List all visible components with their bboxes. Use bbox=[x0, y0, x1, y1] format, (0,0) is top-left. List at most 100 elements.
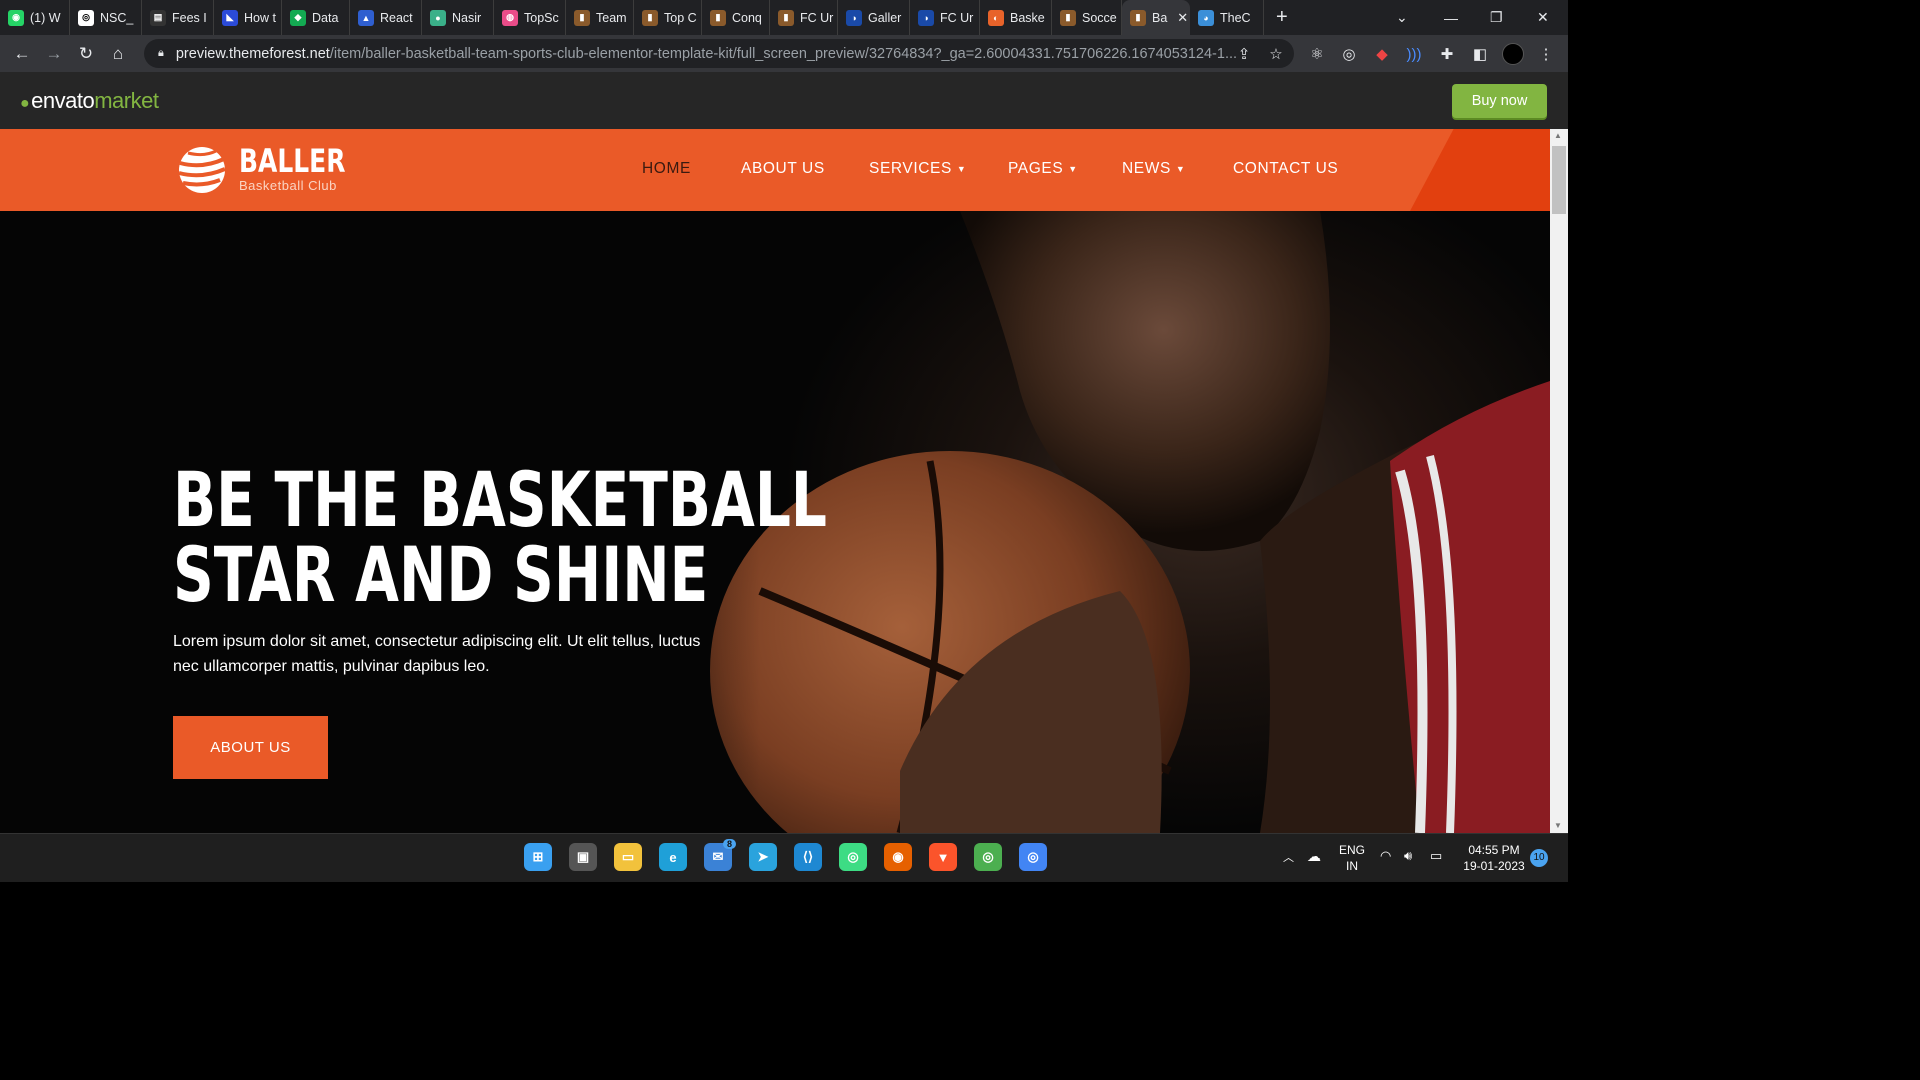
tab-label: Baske bbox=[1010, 10, 1045, 25]
browser-tab[interactable]: ▮ Top C bbox=[634, 0, 702, 35]
chrome-icon[interactable]: ◎ bbox=[974, 843, 1002, 871]
minimize-button[interactable]: — bbox=[1444, 0, 1458, 35]
back-icon[interactable]: ← bbox=[6, 38, 38, 70]
android-studio-icon[interactable]: ◎ bbox=[839, 843, 867, 871]
tab-label: NSC_ bbox=[100, 10, 134, 25]
new-tab-button[interactable]: + bbox=[1276, 6, 1288, 29]
scroll-up-icon[interactable]: ▲ bbox=[1554, 131, 1562, 140]
bookmark-star-icon[interactable]: ☆ bbox=[1265, 43, 1287, 65]
browser-tab[interactable]: ◑ Galler bbox=[838, 0, 910, 35]
onedrive-icon[interactable]: ☁ bbox=[1307, 848, 1321, 864]
tab-favicon-icon: ▮ bbox=[778, 9, 794, 26]
hero-title-line-2: STAR AND SHINE bbox=[173, 530, 709, 619]
browser-tab[interactable]: ◍ TopSc bbox=[494, 0, 566, 35]
forward-icon[interactable]: → bbox=[38, 38, 70, 70]
tab-label: (1) W bbox=[30, 10, 61, 25]
basketball-logo-icon[interactable] bbox=[174, 145, 230, 195]
brand-subtitle: Basketball Club bbox=[239, 178, 337, 193]
browser-tab[interactable]: ▮ Socce bbox=[1052, 0, 1122, 35]
firefox-icon[interactable]: ◉ bbox=[884, 843, 912, 871]
browser-tab[interactable]: ▲ React bbox=[350, 0, 422, 35]
tray-chevron-icon[interactable]: ︿ bbox=[1283, 850, 1294, 866]
task-view-icon[interactable]: ▣ bbox=[569, 843, 597, 871]
react-devtools-icon[interactable]: ⚛ bbox=[1306, 43, 1328, 65]
menu-item-label: SERVICES bbox=[869, 160, 952, 177]
tab-strip: ◉ (1) W ◎ NSC_ ▤ Fees I ◣ How t ◆ Data ▲ React ● Nasi… bbox=[0, 0, 1568, 35]
hero-description: Lorem ipsum dolor sit amet, consectetur … bbox=[173, 633, 701, 675]
envato-bar bbox=[0, 72, 1568, 129]
browser-tab[interactable]: ▮ Ba ✕ bbox=[1122, 0, 1190, 35]
page-scrollbar[interactable] bbox=[1550, 129, 1568, 833]
lock-icon[interactable]: 🔒︎ bbox=[158, 47, 164, 60]
chrome-active-icon[interactable]: ◎ bbox=[1019, 843, 1047, 871]
scrollbar-thumb[interactable] bbox=[1552, 146, 1566, 214]
reload-icon[interactable]: ↻ bbox=[70, 38, 102, 70]
tab-label: React bbox=[380, 10, 413, 25]
browser-tab[interactable]: ◆ Data bbox=[282, 0, 350, 35]
edge-icon[interactable]: e bbox=[659, 843, 687, 871]
volume-icon[interactable]: 🔊︎ bbox=[1404, 848, 1412, 864]
mail-icon[interactable]: ✉ 8 bbox=[704, 839, 736, 871]
browser-tab[interactable]: ◣ How t bbox=[214, 0, 282, 35]
url-path: /item/baller-basketball-team-sports-club… bbox=[329, 45, 1238, 62]
menu-item-home[interactable]: HOME bbox=[642, 160, 691, 178]
hero-about-us-button[interactable]: ABOUT US bbox=[173, 716, 328, 779]
restore-button[interactable]: ❐ bbox=[1490, 0, 1503, 35]
envato-market-text: market bbox=[94, 88, 159, 113]
tab-favicon-icon: ◍ bbox=[502, 9, 518, 26]
browser-tab[interactable]: ▤ Fees I bbox=[142, 0, 214, 35]
close-window-button[interactable]: ✕ bbox=[1537, 0, 1549, 35]
color-picker-icon[interactable]: ◆ bbox=[1371, 43, 1393, 65]
clock[interactable]: 04:55 PM 19-01-2023 bbox=[1460, 842, 1528, 874]
tab-favicon-icon: ▮ bbox=[1060, 9, 1076, 26]
browser-tab[interactable]: ▮ Conq bbox=[702, 0, 770, 35]
address-bar[interactable]: 🔒︎ preview.themeforest.net/item/baller-b… bbox=[144, 39, 1294, 68]
extension-target-icon[interactable]: ◎ bbox=[1338, 43, 1360, 65]
tab-favicon-icon: ▮ bbox=[1130, 9, 1146, 26]
extensions-puzzle-icon[interactable]: ✚ bbox=[1436, 43, 1458, 65]
clock-time: 04:55 PM bbox=[1468, 843, 1520, 857]
browser-tab[interactable]: ◐ Baske bbox=[980, 0, 1052, 35]
vscode-icon[interactable]: ⟨⟩ bbox=[794, 843, 822, 871]
tab-search-icon[interactable]: ⌄ bbox=[1396, 0, 1408, 35]
menu-item-services[interactable]: SERVICES ▼ bbox=[869, 160, 966, 178]
browser-tab[interactable]: ◎ NSC_ bbox=[70, 0, 142, 35]
close-tab-icon[interactable]: ✕ bbox=[1177, 10, 1188, 26]
profile-avatar[interactable] bbox=[1502, 43, 1524, 65]
buy-now-button[interactable]: Buy now bbox=[1452, 84, 1547, 118]
menu-item-pages[interactable]: PAGES ▼ bbox=[1008, 160, 1078, 178]
menu-item-contact-us[interactable]: CONTACT US bbox=[1233, 160, 1338, 178]
browser-tab[interactable]: ● Nasir bbox=[422, 0, 494, 35]
menu-item-about-us[interactable]: ABOUT US bbox=[741, 160, 825, 178]
telegram-icon[interactable]: ➤ bbox=[749, 843, 777, 871]
tab-label: Nasir bbox=[452, 10, 482, 25]
menu-kebab-icon[interactable]: ⋮ bbox=[1535, 43, 1557, 65]
wifi-icon[interactable]: ◠ bbox=[1380, 848, 1391, 864]
browser-tab[interactable]: ▮ FC Ur bbox=[770, 0, 838, 35]
browser-tab[interactable]: ▮ Team bbox=[566, 0, 634, 35]
notification-badge[interactable]: 10 bbox=[1530, 849, 1548, 867]
envato-logo[interactable]: ●envatomarket bbox=[20, 88, 159, 114]
scroll-down-icon[interactable]: ▼ bbox=[1554, 821, 1562, 830]
windows-start-icon[interactable]: ⊞ bbox=[524, 843, 552, 871]
tab-favicon-icon: ◐ bbox=[988, 9, 1004, 26]
language-indicator[interactable]: ENG IN bbox=[1337, 842, 1367, 874]
tab-favicon-icon: ◉ bbox=[8, 9, 24, 26]
home-icon[interactable]: ⌂ bbox=[102, 38, 134, 70]
battery-icon[interactable]: ▭ bbox=[1430, 848, 1442, 864]
brave-icon[interactable]: ▼ bbox=[929, 843, 957, 871]
menu-item-news[interactable]: NEWS ▼ bbox=[1122, 160, 1185, 178]
windows-taskbar bbox=[0, 833, 1568, 882]
browser-tab[interactable]: ◕ TheC bbox=[1190, 0, 1264, 35]
file-explorer-icon[interactable]: ▭ bbox=[614, 843, 642, 871]
menu-item-label: HOME bbox=[642, 160, 691, 177]
tab-favicon-icon: ▤ bbox=[150, 9, 166, 26]
tab-label: Team bbox=[596, 10, 627, 25]
brand-name[interactable]: BALLER bbox=[239, 142, 345, 180]
share-icon[interactable]: ⇪ bbox=[1233, 43, 1255, 65]
tab-label: Ba bbox=[1152, 10, 1168, 25]
browser-tab[interactable]: ◑ FC Ur bbox=[910, 0, 980, 35]
side-panel-icon[interactable]: ◧ bbox=[1469, 43, 1491, 65]
browser-tab[interactable]: ◉ (1) W bbox=[0, 0, 70, 35]
extension-wave-icon[interactable]: ))) bbox=[1403, 43, 1425, 65]
